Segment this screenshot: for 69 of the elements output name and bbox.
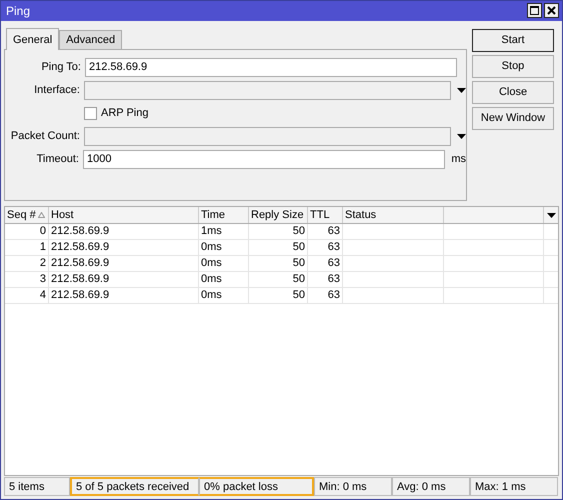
table-cell: 63 [308, 240, 343, 256]
table-cell: 212.58.69.9 [49, 224, 199, 240]
status-segment: Avg: 0 ms [392, 477, 470, 496]
table-cell: 50 [249, 256, 308, 272]
status-segment: Min: 0 ms [314, 477, 392, 496]
action-button[interactable]: Stop [472, 54, 554, 78]
tab[interactable]: Advanced [59, 30, 122, 49]
table-cell: 2 [5, 256, 49, 272]
dropdown-field[interactable] [84, 80, 451, 100]
input-field[interactable]: 212.58.69.9 [85, 58, 457, 77]
table-cell: 212.58.69.9 [49, 240, 199, 256]
close-icon [547, 6, 556, 16]
column-header[interactable]: Seq # [5, 207, 49, 224]
column-label: Status [345, 209, 376, 222]
column-header[interactable]: Host [49, 207, 199, 224]
checkbox[interactable] [84, 106, 97, 120]
table-cell: 50 [249, 288, 308, 304]
tab[interactable]: General [6, 28, 60, 50]
field-label: Timeout: [36, 153, 80, 166]
table-cell: 63 [308, 224, 343, 240]
column-header[interactable]: Reply Size [249, 207, 308, 224]
table-cell: 1 [5, 240, 49, 256]
table-cell: 4 [5, 288, 49, 304]
status-segment: 5 of 5 packets received [70, 477, 199, 496]
column-label: Reply Size [251, 209, 304, 222]
input-field[interactable]: 1000 [82, 150, 446, 169]
table-cell: 50 [249, 272, 308, 288]
column-label: Seq # [7, 209, 36, 222]
table-cell: 0ms [199, 288, 249, 304]
table-cell: 0ms [199, 240, 249, 256]
column-header[interactable]: Time [199, 207, 249, 224]
field-label: Interface: [33, 84, 81, 96]
table-cell: 0ms [199, 272, 249, 288]
maximize-button[interactable] [527, 3, 542, 18]
table-cell: 212.58.69.9 [49, 272, 199, 288]
field-label: Ping To: [40, 61, 82, 74]
dropdown-arrow-icon [546, 212, 556, 218]
close-button[interactable] [544, 3, 559, 18]
status-segment: 0% packet loss [199, 477, 314, 496]
status-segment: Max: 1 ms [470, 477, 558, 496]
action-button[interactable]: New Window [472, 106, 554, 130]
table-cell: 212.58.69.9 [49, 256, 199, 272]
unit-label: ms [451, 153, 466, 166]
action-button[interactable]: Start [472, 28, 554, 52]
table-cell: 3 [5, 272, 49, 288]
table-cell: 50 [249, 240, 308, 256]
table-cell: 63 [308, 288, 343, 304]
table-cell: 63 [308, 256, 343, 272]
maximize-icon [530, 6, 539, 16]
table-cell: 0 [5, 224, 49, 240]
window-title: Ping [6, 4, 32, 18]
dropdown-field[interactable] [84, 126, 451, 146]
column-header[interactable]: TTL [308, 207, 343, 224]
table-cell: 0ms [199, 256, 249, 272]
column-label: TTL [310, 209, 330, 222]
column-label: Host [51, 209, 74, 222]
field-label: Packet Count: [10, 130, 81, 142]
dropdown-arrow-icon[interactable] [457, 88, 466, 93]
column-header[interactable]: Status [343, 207, 444, 224]
table-cell: 1ms [199, 224, 249, 240]
table-cell: 63 [308, 272, 343, 288]
checkbox-label: ARP Ping [101, 107, 148, 120]
table-cell: 50 [249, 224, 308, 240]
column-label: Time [201, 209, 226, 222]
action-button[interactable]: Close [472, 80, 554, 104]
table-cell: 212.58.69.9 [49, 288, 199, 304]
dropdown-arrow-icon[interactable] [457, 134, 466, 139]
status-segment: 5 items [4, 477, 70, 496]
sort-icon [38, 212, 45, 218]
